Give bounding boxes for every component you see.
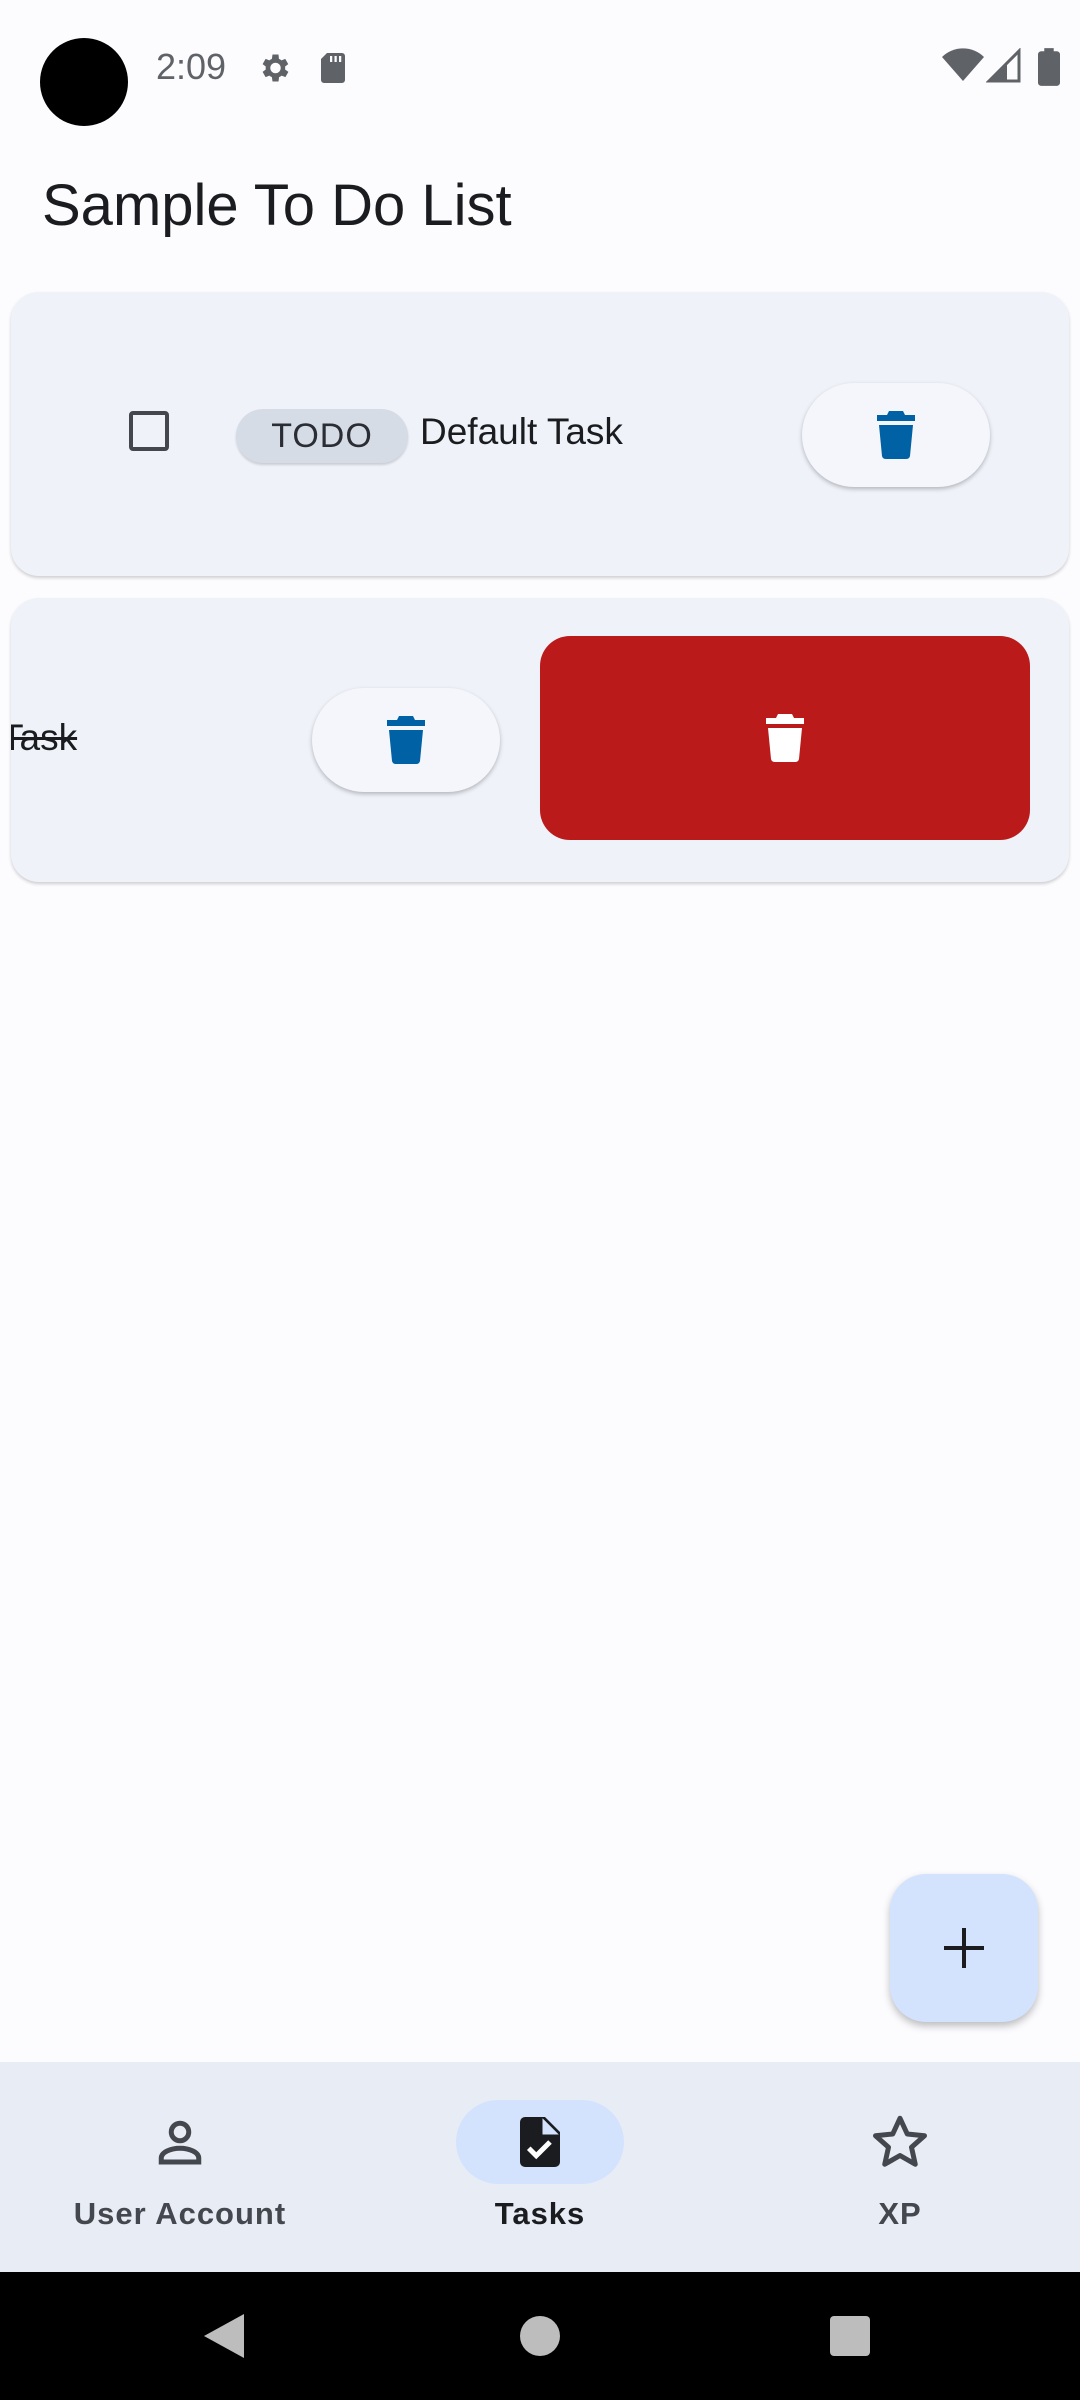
back-icon[interactable] [204,2314,244,2358]
home-icon[interactable] [520,2316,560,2356]
status-chip[interactable]: TODO [236,409,408,463]
task-card[interactable]: TODO Default Task [11,292,1069,576]
cell-signal-icon [986,48,1021,83]
nav-label: User Account [73,2196,287,2231]
sd-card-icon [321,53,345,83]
camera-cutout [40,38,128,126]
star-icon [873,2115,927,2167]
recents-icon[interactable] [830,2316,870,2356]
status-time: 2:09 [156,46,227,87]
trash-icon [766,714,804,762]
add-task-button[interactable] [890,1874,1038,2022]
page-title: Sample To Do List [42,173,512,238]
person-icon [158,2120,202,2165]
plus-icon [944,1928,984,1968]
status-bar: 2:09 [0,0,1080,136]
settings-icon [262,54,289,82]
nav-item-xp[interactable]: XP [720,2062,1080,2272]
wifi-icon [942,48,984,81]
nav-label: XP [878,2196,922,2231]
trash-icon [877,411,915,459]
system-navigation-bar [0,2272,1080,2400]
battery-icon [1038,48,1060,86]
swipe-delete-action[interactable] [540,636,1030,840]
bottom-navigation: User Account Tasks XP [0,2062,1080,2272]
task-name-completed: Task [11,717,78,758]
delete-task-button[interactable] [312,688,500,792]
trash-icon [387,716,425,764]
nav-item-tasks[interactable]: Tasks [360,2062,720,2272]
task-name: Default Task [420,411,623,452]
task-card-swiped[interactable]: Task [11,598,1069,882]
delete-task-button[interactable] [802,383,990,487]
task-checkbox[interactable] [129,411,169,451]
nav-label: Tasks [494,2196,586,2231]
nav-item-user-account[interactable]: User Account [0,2062,360,2272]
task-icon [520,2117,560,2167]
